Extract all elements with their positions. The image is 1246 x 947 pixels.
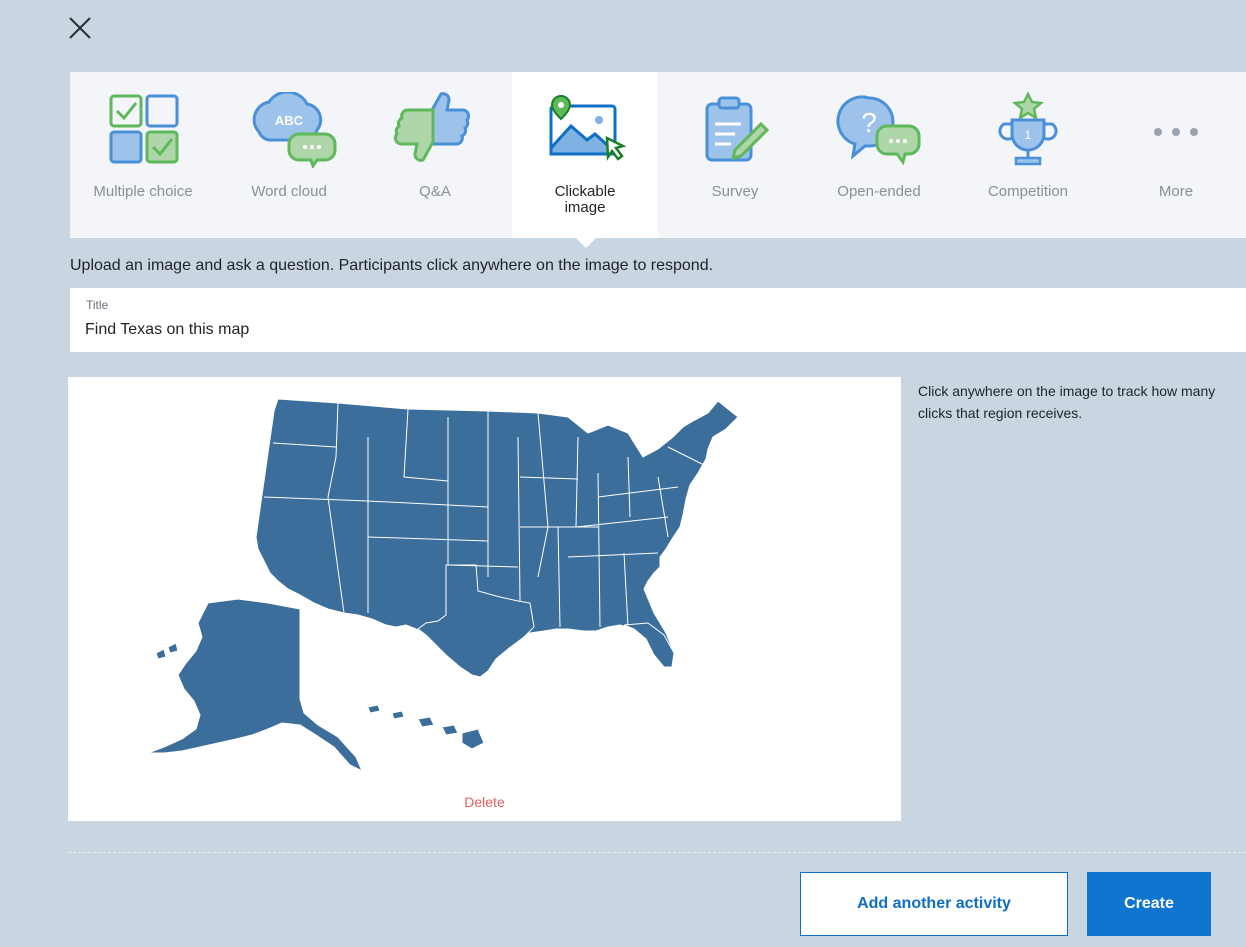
activity-type-label: Survey xyxy=(711,183,759,200)
survey-icon xyxy=(705,96,770,162)
title-input[interactable] xyxy=(85,318,1185,342)
add-another-activity-button[interactable]: Add another activity xyxy=(800,872,1068,936)
thumbs-icon xyxy=(393,92,471,162)
trophy-icon-text: 1 xyxy=(1025,128,1032,142)
word-cloud-icon-text: ABC xyxy=(275,113,304,128)
activity-type-more[interactable]: More xyxy=(1106,72,1246,238)
trophy-icon: 1 xyxy=(998,92,1058,166)
activity-type-multiple-choice[interactable]: Multiple choice xyxy=(70,72,216,238)
close-icon xyxy=(69,17,91,39)
activity-type-label: Clickable image xyxy=(554,183,616,216)
image-hint-text: Click anywhere on the image to track how… xyxy=(918,383,1216,421)
svg-text:?: ? xyxy=(861,107,877,138)
activity-type-label: Competition xyxy=(987,183,1069,200)
activity-type-label: Multiple choice xyxy=(93,183,193,200)
delete-image-link[interactable]: Delete xyxy=(68,794,901,810)
activity-type-competition[interactable]: 1 Competition xyxy=(955,72,1101,238)
word-cloud-icon: ABC xyxy=(252,92,337,168)
activity-type-open-ended[interactable]: ? Open-ended xyxy=(806,72,952,238)
clickable-image-icon xyxy=(549,94,627,161)
activity-type-label: Q&A xyxy=(419,183,451,200)
us-map-image[interactable] xyxy=(68,377,901,821)
create-button[interactable]: Create xyxy=(1087,872,1211,936)
activity-type-selector: Multiple choice ABC Word cloud Q&A Click… xyxy=(70,72,1246,238)
multiple-choice-icon xyxy=(109,94,179,164)
activity-description: Upload an image and ask a question. Part… xyxy=(70,257,714,274)
activity-type-qa[interactable]: Q&A xyxy=(362,72,508,238)
more-dots-icon xyxy=(1154,128,1198,136)
activity-type-label: Open-ended xyxy=(837,183,921,200)
footer-divider xyxy=(68,852,1246,853)
activity-type-clickable-image[interactable]: Clickable image xyxy=(512,72,658,238)
activity-type-word-cloud[interactable]: ABC Word cloud xyxy=(216,72,362,238)
title-field[interactable]: Title xyxy=(70,288,1246,352)
title-field-label: Title xyxy=(86,298,109,312)
close-button[interactable] xyxy=(64,12,96,44)
activity-type-label: Word cloud xyxy=(251,183,327,200)
active-type-pointer xyxy=(576,238,596,248)
uploaded-image-card[interactable]: Delete xyxy=(68,377,901,821)
open-ended-icon: ? xyxy=(836,95,921,166)
activity-type-survey[interactable]: Survey xyxy=(662,72,808,238)
activity-type-label: More xyxy=(1158,183,1194,200)
